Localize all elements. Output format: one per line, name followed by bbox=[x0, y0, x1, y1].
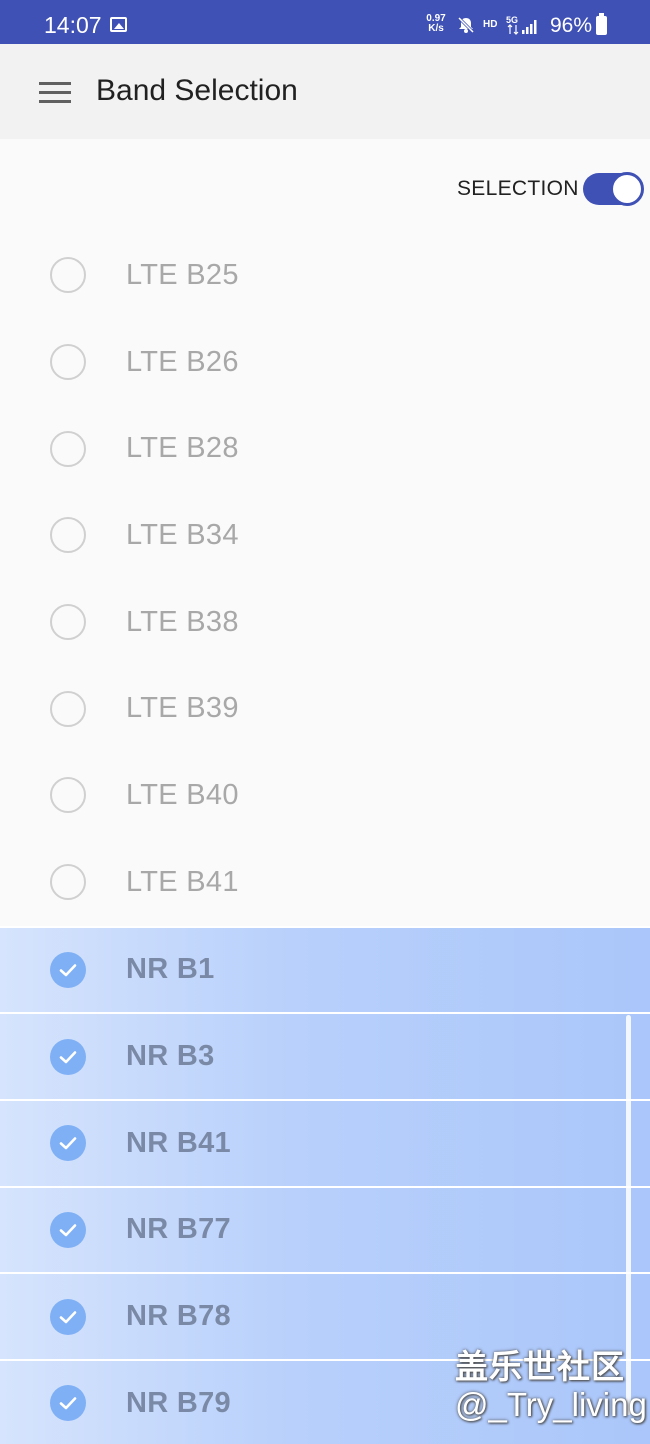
band-label: LTE B40 bbox=[126, 778, 239, 811]
band-label: LTE B38 bbox=[126, 605, 239, 638]
band-label: NR B3 bbox=[126, 1040, 215, 1073]
svg-text:5G: 5G bbox=[506, 15, 518, 25]
band-list: LTE B25 LTE B26 LTE B28 LTE B34 LTE B38 LTE B… bbox=[0, 232, 650, 1444]
band-label: NR B41 bbox=[126, 1126, 231, 1159]
band-label: NR B1 bbox=[126, 953, 215, 986]
speed-unit: K/s bbox=[428, 23, 444, 34]
band-label: NR B78 bbox=[126, 1300, 231, 1333]
band-label: LTE B26 bbox=[126, 345, 239, 378]
band-label: NR B79 bbox=[126, 1386, 231, 1419]
band-row[interactable]: LTE B41 bbox=[0, 839, 650, 926]
band-row[interactable]: LTE B25 bbox=[0, 232, 650, 319]
watermark-title: 盖乐世社区 bbox=[455, 1347, 625, 1386]
band-label: LTE B39 bbox=[126, 692, 239, 725]
unchecked-circle-icon[interactable] bbox=[50, 430, 86, 467]
unchecked-circle-icon[interactable] bbox=[50, 344, 86, 381]
checked-circle-icon[interactable] bbox=[50, 1211, 86, 1248]
hd-indicator: HD bbox=[483, 19, 498, 30]
toggle-thumb bbox=[610, 172, 644, 206]
band-row[interactable]: LTE B39 bbox=[0, 665, 650, 752]
band-label: LTE B28 bbox=[126, 432, 239, 465]
band-label: LTE B41 bbox=[126, 865, 239, 898]
unchecked-circle-icon[interactable] bbox=[50, 604, 86, 641]
band-label: LTE B34 bbox=[126, 518, 239, 551]
battery-percent: 96% bbox=[550, 14, 593, 37]
band-row[interactable]: NR B1 bbox=[0, 925, 650, 1013]
watermark-user: @_Try_living bbox=[455, 1386, 647, 1423]
band-row[interactable]: LTE B38 bbox=[0, 579, 650, 666]
signal-icon: 5G bbox=[506, 14, 542, 41]
checked-circle-icon[interactable] bbox=[50, 1125, 86, 1162]
unchecked-circle-icon[interactable] bbox=[50, 690, 86, 727]
band-row[interactable]: LTE B40 bbox=[0, 752, 650, 839]
app-bar: Band Selection bbox=[0, 44, 650, 139]
band-label: LTE B25 bbox=[126, 258, 239, 291]
checked-circle-icon[interactable] bbox=[50, 1298, 86, 1335]
band-row[interactable]: LTE B34 bbox=[0, 492, 650, 579]
battery-icon bbox=[596, 13, 607, 35]
checked-circle-icon[interactable] bbox=[50, 1038, 86, 1075]
unchecked-circle-icon[interactable] bbox=[50, 517, 86, 554]
network-speed: 0.97 K/s bbox=[423, 14, 449, 34]
image-icon bbox=[110, 17, 127, 32]
band-label: NR B77 bbox=[126, 1213, 231, 1246]
band-row[interactable]: NR B77 bbox=[0, 1185, 650, 1273]
page-title: Band Selection bbox=[96, 74, 298, 107]
band-row[interactable]: LTE B28 bbox=[0, 405, 650, 492]
checked-circle-icon[interactable] bbox=[50, 951, 86, 988]
unchecked-circle-icon[interactable] bbox=[50, 257, 86, 294]
unchecked-circle-icon[interactable] bbox=[50, 777, 86, 814]
scrollbar[interactable] bbox=[626, 1015, 631, 1415]
band-row[interactable]: NR B3 bbox=[0, 1012, 650, 1099]
selection-toggle[interactable] bbox=[583, 171, 645, 207]
status-time: 14:07 bbox=[44, 12, 102, 38]
status-bar: 14:07 0.97 K/s HD 5G 96% bbox=[0, 0, 650, 44]
hamburger-menu-icon[interactable] bbox=[39, 82, 71, 104]
band-row[interactable]: NR B41 bbox=[0, 1098, 650, 1186]
selection-label: SELECTION bbox=[457, 177, 579, 200]
unchecked-circle-icon[interactable] bbox=[50, 864, 86, 901]
checked-circle-icon[interactable] bbox=[50, 1385, 86, 1422]
band-row[interactable]: LTE B26 bbox=[0, 319, 650, 406]
mute-icon bbox=[456, 15, 476, 40]
